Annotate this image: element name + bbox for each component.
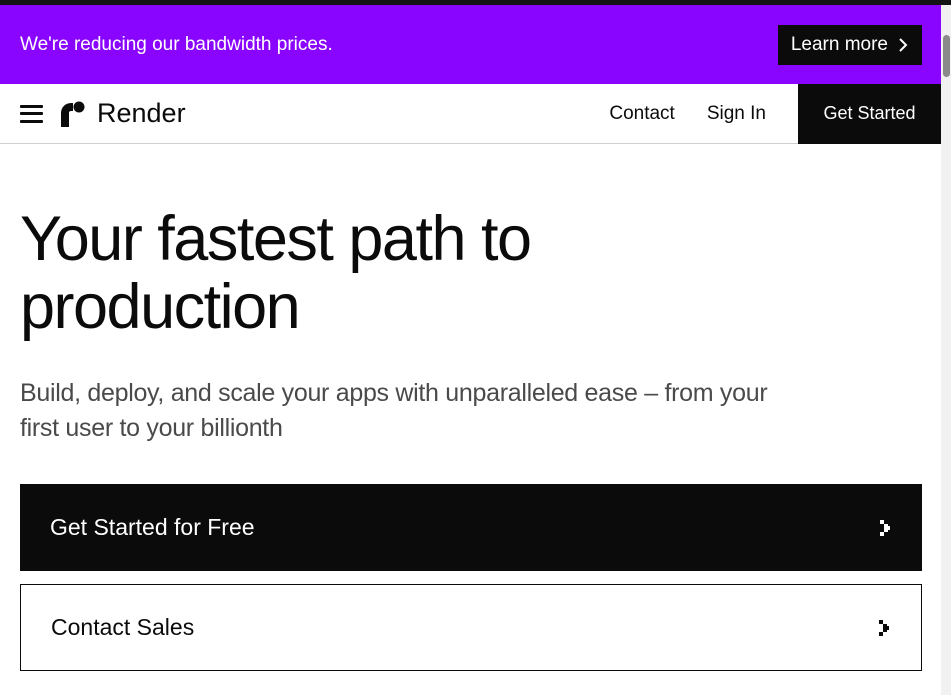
contact-sales-button[interactable]: Contact Sales	[20, 584, 922, 671]
get-started-free-button[interactable]: Get Started for Free	[20, 484, 922, 571]
get-started-button[interactable]: Get Started	[798, 83, 941, 144]
chevron-right-icon	[899, 37, 908, 52]
learn-more-button[interactable]: Learn more	[777, 24, 922, 65]
get-started-free-label: Get Started for Free	[50, 514, 255, 540]
top-navigation: Render Contact Sign In Get Started	[0, 83, 941, 144]
scrollbar[interactable]	[941, 5, 951, 695]
scrollbar-thumb[interactable]	[943, 35, 950, 77]
nav-link-sign-in[interactable]: Sign In	[707, 103, 766, 125]
hamburger-menu-icon[interactable]	[20, 104, 43, 123]
announcement-banner: We're reducing our bandwidth prices. Lea…	[0, 5, 941, 84]
contact-sales-label: Contact Sales	[51, 614, 195, 640]
render-logo[interactable]: Render	[59, 98, 186, 129]
banner-text: We're reducing our bandwidth prices.	[20, 33, 333, 55]
chevron-right-icon	[879, 619, 889, 636]
render-logo-icon	[61, 101, 85, 127]
chevron-right-icon	[880, 519, 890, 536]
nav-link-contact[interactable]: Contact	[609, 103, 674, 125]
nav-links: Contact Sign In Get Started	[609, 83, 941, 144]
logo-text: Render	[97, 98, 186, 128]
hero-title: Your fastest path to production	[20, 204, 532, 342]
hero-subtitle: Build, deploy, and scale your apps with …	[20, 379, 768, 442]
learn-more-label: Learn more	[790, 33, 888, 55]
